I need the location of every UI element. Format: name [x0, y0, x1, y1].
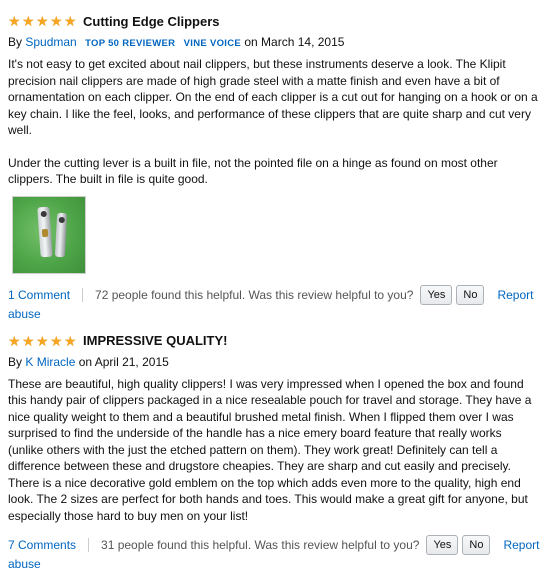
review-1: ★ ★ ★ ★ ★ Cutting Edge Clippers By Spudm…	[0, 0, 550, 322]
review-date: on March 14, 2015	[244, 35, 344, 49]
review-byline: By Spudman TOP 50 REVIEWER VINE VOICE on…	[8, 34, 542, 50]
review-header: ★ ★ ★ ★ ★ Cutting Edge Clippers	[8, 12, 542, 30]
clipper-image	[55, 212, 67, 256]
yes-button[interactable]: Yes	[420, 285, 452, 305]
helpful-prompt: 31 people found this helpful. Was this r…	[101, 538, 419, 552]
comments-link[interactable]: 1 Comment	[8, 288, 70, 302]
divider	[88, 538, 89, 552]
divider	[82, 288, 83, 302]
star-icon: ★	[64, 334, 78, 348]
star-icon: ★	[50, 334, 64, 348]
review-actions: 1 Comment 72 people found this helpful. …	[8, 284, 542, 306]
clipper-image	[37, 206, 52, 257]
review-byline: By K Miracle on April 21, 2015	[8, 354, 542, 370]
yes-button[interactable]: Yes	[426, 535, 458, 555]
star-icon: ★	[50, 14, 64, 28]
author-link[interactable]: Spudman	[25, 35, 76, 49]
author-link[interactable]: K Miracle	[25, 355, 75, 369]
star-icon: ★	[36, 14, 50, 28]
star-icon: ★	[36, 334, 50, 348]
review-title[interactable]: IMPRESSIVE QUALITY!	[83, 333, 227, 348]
review-paragraph: Under the cutting lever is a built in fi…	[8, 155, 538, 188]
no-button[interactable]: No	[456, 285, 484, 305]
report-abuse-link-continued[interactable]: abuse	[8, 307, 41, 321]
top-reviewer-badge[interactable]: TOP 50 REVIEWER	[85, 38, 175, 49]
review-paragraph: These are beautiful, high quality clippe…	[8, 376, 538, 525]
review-paragraph: It's not easy to get excited about nail …	[8, 56, 538, 139]
report-abuse-link[interactable]: Report	[497, 288, 533, 302]
star-rating[interactable]: ★ ★ ★ ★ ★	[8, 334, 78, 348]
vine-voice-badge[interactable]: VINE VOICE	[184, 38, 241, 49]
helpful-prompt: 72 people found this helpful. Was this r…	[95, 288, 413, 302]
review-title[interactable]: Cutting Edge Clippers	[83, 14, 220, 29]
star-icon: ★	[8, 334, 22, 348]
star-rating[interactable]: ★ ★ ★ ★ ★	[8, 14, 78, 28]
review-date: on April 21, 2015	[79, 355, 169, 369]
review-body: These are beautiful, high quality clippe…	[8, 376, 538, 525]
star-icon: ★	[8, 14, 22, 28]
review-header: ★ ★ ★ ★ ★ IMPRESSIVE QUALITY!	[8, 332, 542, 350]
star-icon: ★	[22, 14, 36, 28]
report-abuse-link[interactable]: Report	[503, 538, 539, 552]
star-icon: ★	[64, 14, 78, 28]
no-button[interactable]: No	[462, 535, 490, 555]
comments-link[interactable]: 7 Comments	[8, 538, 76, 552]
star-icon: ★	[22, 334, 36, 348]
review-photo-thumbnail[interactable]	[12, 196, 86, 274]
review-actions: 7 Comments 31 people found this helpful.…	[8, 534, 542, 556]
by-label: By	[8, 355, 22, 369]
review-body: It's not easy to get excited about nail …	[8, 56, 538, 188]
by-label: By	[8, 35, 22, 49]
review-2: ★ ★ ★ ★ ★ IMPRESSIVE QUALITY! By K Mirac…	[0, 322, 550, 572]
